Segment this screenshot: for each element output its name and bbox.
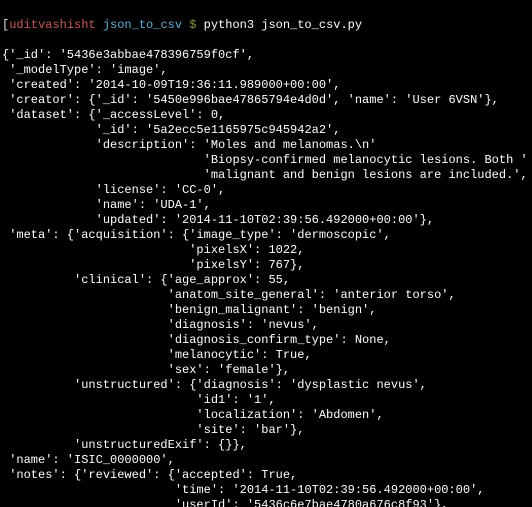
prompt-dir: json_to_csv xyxy=(103,18,182,32)
terminal-window[interactable]: [uditvashisht json_to_csv $ python3 json… xyxy=(0,0,532,507)
prompt-dollar: $ xyxy=(189,18,196,32)
prompt-command: python3 json_to_csv.py xyxy=(204,18,362,32)
prompt-line: [uditvashisht json_to_csv $ python3 json… xyxy=(2,18,530,33)
prompt-user: uditvashisht xyxy=(9,18,95,32)
output-block: {'_id': '5436e3abbae478396759f0cf', '_mo… xyxy=(2,48,530,507)
